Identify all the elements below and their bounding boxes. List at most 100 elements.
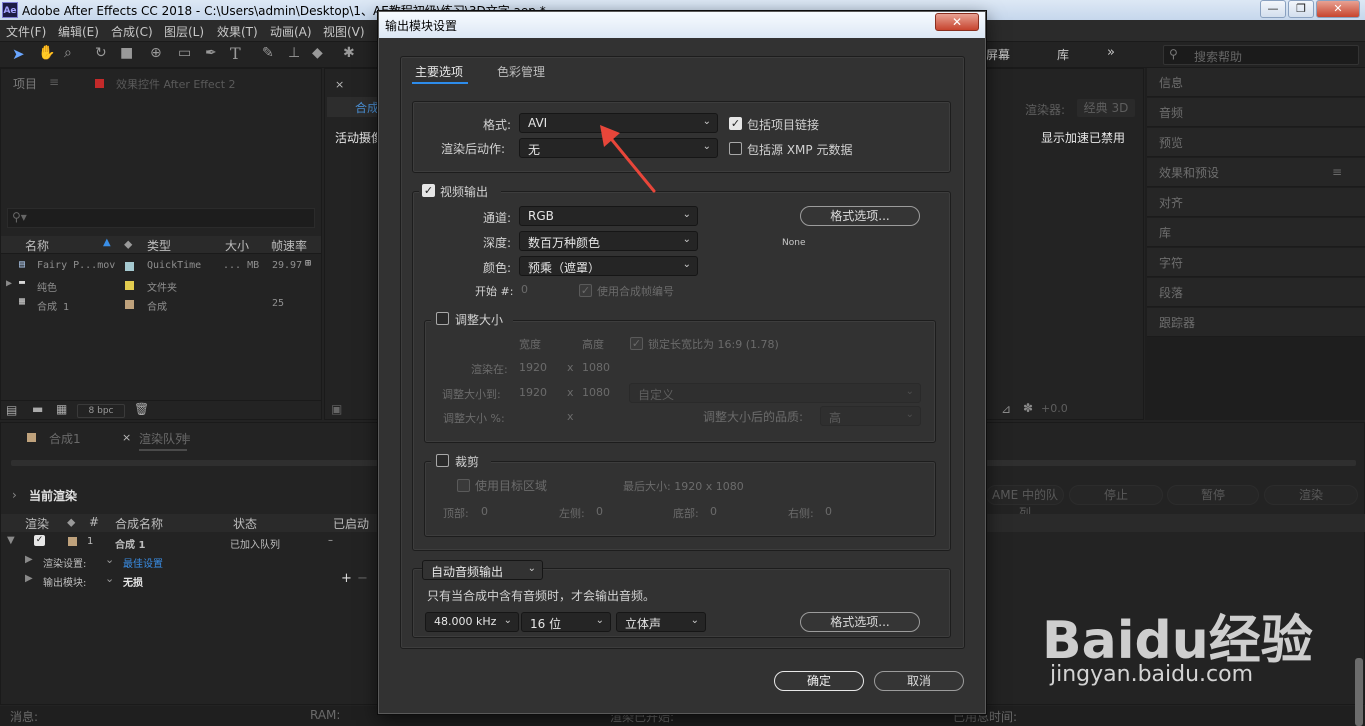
col-fps[interactable]: 帧速率	[271, 237, 307, 254]
video-output-checkbox[interactable]: ✓	[422, 184, 435, 197]
timeline-tab-comp1[interactable]: 合成1	[49, 430, 81, 447]
rectangle-tool-icon[interactable]: ▭	[178, 45, 191, 61]
use-roi-checkbox[interactable]	[457, 479, 470, 492]
dropdown-arrow-icon[interactable]: ⌄	[105, 572, 114, 585]
close-tab-icon[interactable]: ×	[335, 78, 344, 91]
crop-checkbox[interactable]	[436, 454, 449, 467]
output-module-value[interactable]: 无损	[123, 574, 143, 589]
maximize-button[interactable]: ❐	[1288, 0, 1314, 18]
expand-arrow-icon[interactable]: ▼	[7, 535, 15, 546]
type-tool-icon[interactable]: T	[230, 44, 241, 63]
exposure-icon[interactable]: ✽	[1023, 401, 1033, 415]
label-tag-icon[interactable]: ⬥	[67, 515, 75, 530]
resize-to-width[interactable]: 1920	[519, 386, 547, 399]
project-tab[interactable]: 项目	[13, 75, 37, 92]
libraries-panel[interactable]: 库	[1147, 218, 1365, 247]
col-type[interactable]: 类型	[147, 237, 171, 254]
include-project-link-checkbox[interactable]: ✓	[729, 117, 742, 130]
dropdown-arrow-icon[interactable]: ⌄	[105, 553, 114, 566]
workspace-label[interactable]: 屏幕	[986, 46, 1010, 63]
col-name[interactable]: 名称	[25, 237, 49, 254]
resize-preset-dropdown[interactable]: 自定义 ⌄	[629, 383, 921, 403]
selection-tool-icon[interactable]: ➤	[12, 45, 25, 63]
expand-arrow-icon[interactable]: ▶	[25, 554, 33, 565]
zoom-tool-icon[interactable]: ⌕	[64, 45, 72, 61]
clone-stamp-tool-icon[interactable]: ⊥	[288, 45, 300, 61]
panel-menu-icon[interactable]: ≡	[1332, 165, 1342, 179]
ok-button[interactable]: 确定	[774, 671, 864, 691]
renderer-value[interactable]: 经典 3D	[1077, 99, 1135, 117]
align-panel[interactable]: 对齐	[1147, 188, 1365, 217]
timeline-tab-render-queue[interactable]: 渲染队列	[139, 430, 188, 451]
video-format-options-button[interactable]: 格式选项...	[800, 206, 920, 226]
collapse-arrow-icon[interactable]: ›	[12, 488, 17, 502]
cancel-button[interactable]: 取消	[874, 671, 964, 691]
pen-tool-icon[interactable]: ✒	[205, 45, 217, 61]
sample-rate-dropdown[interactable]: 48.000 kHz ⌄	[425, 612, 519, 632]
menu-animation[interactable]: 动画(A)	[270, 23, 312, 40]
paragraph-panel[interactable]: 段落	[1147, 278, 1365, 307]
resize-quality-dropdown[interactable]: 高 ⌄	[820, 406, 921, 426]
panel-menu-icon[interactable]: ≡	[49, 75, 59, 89]
stop-button[interactable]: 停止	[1069, 485, 1163, 505]
tab-main-options[interactable]: 主要选项	[415, 63, 463, 80]
tracker-panel[interactable]: 跟踪器	[1147, 308, 1365, 337]
label-tag-icon[interactable]: ⬥	[124, 237, 132, 252]
delete-icon[interactable]: 🗑	[134, 402, 149, 416]
close-window-button[interactable]: ✕	[1316, 0, 1360, 18]
camera-tool-icon[interactable]: ■	[120, 45, 133, 61]
vertical-scrollbar[interactable]	[1355, 658, 1363, 726]
snapshot-icon[interactable]: ▣	[331, 402, 342, 416]
pause-button[interactable]: 暂停	[1167, 485, 1259, 505]
audio-channels-dropdown[interactable]: 立体声 ⌄	[616, 612, 706, 632]
lock-aspect-checkbox[interactable]: ✓	[630, 337, 643, 350]
render-settings-value[interactable]: 最佳设置	[123, 555, 163, 570]
close-tab-icon[interactable]: ×	[122, 431, 131, 444]
resize-checkbox[interactable]	[436, 312, 449, 325]
new-composition-icon[interactable]: ▦	[56, 402, 67, 416]
sort-ascending-icon[interactable]: ▲	[103, 237, 111, 248]
library-workspace-label[interactable]: 库	[1057, 46, 1069, 63]
menu-view[interactable]: 视图(V)	[323, 23, 365, 40]
dialog-close-button[interactable]: ✕	[935, 13, 979, 31]
rotate-tool-icon[interactable]: ↻	[95, 45, 107, 61]
project-search-input[interactable]: ⚲▾	[7, 208, 315, 228]
pan-behind-tool-icon[interactable]: ⊕	[150, 45, 162, 61]
help-search-box[interactable]: ⚲ 搜索帮助	[1163, 45, 1359, 65]
ame-queue-button[interactable]: AME 中的队列	[986, 485, 1064, 520]
expand-arrow-icon[interactable]: ▶	[6, 278, 12, 289]
col-render[interactable]: 渲染	[25, 515, 49, 532]
render-queue-item[interactable]: ▼ ✓ 1 合成 1 已加入队列 –	[1, 533, 379, 551]
crop-left-value[interactable]: 0	[596, 505, 603, 518]
eraser-tool-icon[interactable]: ◆	[312, 45, 323, 61]
preview-panel[interactable]: 预览	[1147, 128, 1365, 157]
audio-mode-dropdown[interactable]: 自动音频输出 ⌄	[422, 560, 543, 580]
depth-dropdown[interactable]: 数百万种颜色 ⌄	[519, 231, 698, 251]
info-panel[interactable]: 信息	[1147, 68, 1365, 97]
bit-depth-dropdown[interactable]: 16 位 ⌄	[521, 612, 611, 632]
add-output-module-icon[interactable]: +	[341, 571, 352, 586]
col-comp-name[interactable]: 合成名称	[115, 515, 163, 532]
render-button[interactable]: 渲染	[1264, 485, 1358, 505]
menu-effect[interactable]: 效果(T)	[217, 23, 258, 40]
character-panel[interactable]: 字符	[1147, 248, 1365, 277]
project-item-row[interactable]: ▦ 合成 1 合成 25	[1, 295, 321, 314]
expand-arrow-icon[interactable]: ▶	[25, 573, 33, 584]
start-frame-value[interactable]: 0	[521, 283, 528, 296]
menu-file[interactable]: 文件(F)	[6, 23, 46, 40]
new-folder-icon[interactable]: ▬	[32, 402, 43, 416]
exposure-value[interactable]: +0.0	[1041, 402, 1068, 415]
col-number[interactable]: #	[89, 515, 99, 529]
effects-controls-tab[interactable]: 效果控件 After Effect 2	[116, 76, 236, 92]
include-xmp-checkbox[interactable]	[729, 142, 742, 155]
minimize-button[interactable]: —	[1260, 0, 1286, 18]
color-dropdown[interactable]: 预乘（遮罩） ⌄	[519, 256, 698, 276]
flowchart-icon[interactable]: ⊞	[305, 258, 311, 269]
interpret-footage-icon[interactable]: ▤	[6, 403, 17, 417]
remove-output-module-icon[interactable]: −	[357, 571, 368, 586]
crop-bottom-value[interactable]: 0	[710, 505, 717, 518]
col-size[interactable]: 大小	[225, 237, 249, 254]
puppet-tool-icon[interactable]: ✱	[343, 45, 355, 61]
use-comp-frame-checkbox[interactable]: ✓	[579, 284, 592, 297]
col-started[interactable]: 已启动	[333, 515, 369, 532]
